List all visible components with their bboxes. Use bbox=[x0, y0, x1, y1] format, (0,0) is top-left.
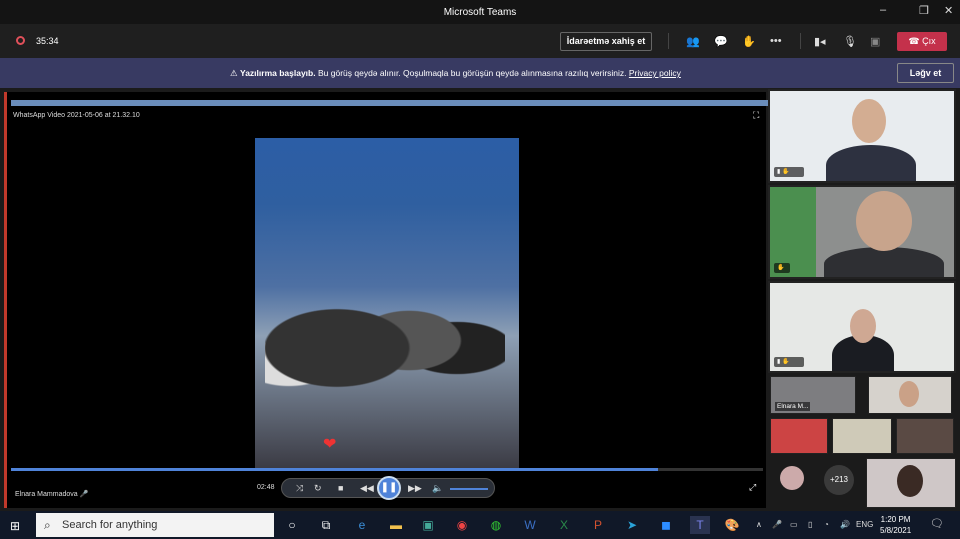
media-player: 02:48 ⤨ ↻ ■ ◀◀ ❚❚ ▶▶ 🔈 ⤢ bbox=[7, 472, 767, 504]
meeting-toolbar: 35:34 İdarəetmə xahiş et 👥 💬 ✋ ••• ▮◂ 🎙 … bbox=[0, 24, 960, 58]
divider bbox=[800, 33, 801, 49]
avatar[interactable] bbox=[780, 466, 804, 490]
chat-icon[interactable]: 💬 bbox=[714, 35, 728, 48]
warning-icon: ⚠ bbox=[230, 68, 238, 78]
recording-banner: ⚠ Yazılırma başlayıb. Bu görüş qeydə alı… bbox=[0, 58, 960, 88]
taskbar: ⊞ ⌕ Search for anything ○ ⧉ e ▬ ▣ ◉ ◍ W … bbox=[0, 511, 960, 539]
maximize-button[interactable]: ❐ bbox=[919, 4, 929, 17]
recording-icon bbox=[16, 36, 25, 45]
camera-icon[interactable]: ▮◂ bbox=[814, 35, 826, 48]
participant-badge: ▮ ✋ bbox=[774, 357, 804, 367]
mic-icon: 🎤 bbox=[79, 491, 89, 498]
heart-icon: ❤ bbox=[323, 436, 337, 453]
search-box[interactable]: ⌕ Search for anything bbox=[36, 513, 274, 537]
dismiss-button[interactable]: Ləğv et bbox=[897, 63, 954, 83]
fast-forward-icon[interactable]: ▶▶ bbox=[408, 483, 422, 494]
participant-tile[interactable] bbox=[770, 418, 828, 454]
mic-off-icon[interactable]: 🎙 bbox=[843, 35, 857, 48]
store-icon[interactable]: ▣ bbox=[418, 516, 438, 534]
mic-tray-icon[interactable]: 🎤 bbox=[772, 520, 782, 529]
divider bbox=[668, 33, 669, 49]
repeat-icon[interactable]: ↻ bbox=[314, 483, 322, 494]
language-indicator[interactable]: ENG bbox=[856, 520, 873, 529]
video-frame bbox=[255, 138, 519, 468]
video-title: WhatsApp Video 2021-05-06 at 21.32.10 bbox=[13, 112, 140, 119]
banner-message: ⚠ Yazılırma başlayıb. Bu görüş qeydə alı… bbox=[230, 68, 681, 79]
search-icon: ⌕ bbox=[44, 518, 51, 532]
clock-date: 5/8/2021 bbox=[880, 526, 912, 535]
minimize-button[interactable]: – bbox=[880, 4, 886, 16]
presenter-name: Elnara Mammadova 🎤 bbox=[15, 491, 89, 498]
video-content bbox=[265, 258, 505, 408]
progress-fill bbox=[11, 468, 658, 471]
window-title: Microsoft Teams bbox=[443, 7, 517, 18]
participant-badge: ✋ bbox=[774, 263, 790, 273]
participant-tile[interactable]: Elnara M... bbox=[770, 376, 856, 414]
battery-icon[interactable]: ▯ bbox=[808, 520, 812, 529]
leave-label: Çıx bbox=[922, 36, 936, 46]
teams-icon[interactable]: T bbox=[690, 516, 710, 534]
stop-icon[interactable]: ■ bbox=[338, 483, 343, 493]
privacy-policy-link[interactable]: Privacy policy bbox=[629, 68, 681, 78]
request-control-button[interactable]: İdarəetmə xahiş et bbox=[560, 32, 652, 51]
pause-button[interactable]: ❚❚ bbox=[377, 476, 401, 500]
more-icon[interactable]: ••• bbox=[770, 35, 782, 47]
search-placeholder: Search for anything bbox=[62, 519, 158, 531]
player-time: 02:48 bbox=[257, 484, 275, 491]
share-icon[interactable]: ▣ bbox=[870, 35, 880, 48]
file-explorer-icon[interactable]: ▬ bbox=[386, 516, 406, 534]
chrome-icon[interactable]: ◉ bbox=[452, 516, 472, 534]
excel-icon[interactable]: X bbox=[554, 516, 574, 534]
title-bar: Microsoft Teams – ❐ ✕ bbox=[0, 0, 960, 24]
network-icon[interactable]: ▭ bbox=[790, 520, 798, 529]
volume-icon[interactable]: 🔈 bbox=[432, 483, 443, 494]
reactions-icon[interactable]: ✋ bbox=[742, 35, 756, 48]
expand-icon[interactable]: ⤢ bbox=[749, 482, 756, 493]
participant-tile[interactable]: ▮ ✋ bbox=[768, 89, 956, 183]
zoom-icon[interactable]: ◼ bbox=[656, 516, 676, 534]
paint-icon[interactable]: 🎨 bbox=[722, 516, 742, 534]
participant-tile[interactable]: ✋ bbox=[768, 185, 956, 279]
windows-start-icon[interactable]: ⊞ bbox=[10, 519, 20, 533]
participant-name: Elnara M... bbox=[775, 402, 811, 411]
telegram-icon[interactable]: ➤ bbox=[622, 516, 642, 534]
banner-text: Bu görüş qeydə alınır. Qoşulmaqla bu gör… bbox=[317, 68, 627, 78]
participant-tile[interactable] bbox=[896, 418, 954, 454]
fullscreen-icon[interactable]: ⛶ bbox=[753, 110, 759, 121]
video-progress[interactable] bbox=[11, 468, 763, 471]
word-icon[interactable]: W bbox=[520, 516, 540, 534]
task-view-icon[interactable]: ⧉ bbox=[316, 516, 336, 534]
banner-bold: Yazılırma başlayıb. bbox=[240, 68, 316, 78]
volume-tray-icon[interactable]: 🔊 bbox=[840, 520, 850, 529]
close-button[interactable]: ✕ bbox=[944, 4, 953, 17]
participant-tile[interactable] bbox=[868, 376, 952, 414]
shared-screen: WhatsApp Video 2021-05-06 at 21.32.10 ⛶ … bbox=[4, 92, 771, 508]
more-participants-button[interactable]: +213 bbox=[824, 465, 854, 495]
whatsapp-icon[interactable]: ◍ bbox=[486, 516, 506, 534]
window-strip bbox=[11, 100, 771, 106]
wifi-icon[interactable]: ◔ bbox=[824, 520, 829, 529]
cortana-icon[interactable]: ○ bbox=[282, 516, 302, 534]
participant-tile[interactable] bbox=[866, 458, 956, 508]
shuffle-icon[interactable]: ⤨ bbox=[296, 483, 303, 494]
clock[interactable]: 1:20 PM 5/8/2021 bbox=[880, 514, 911, 536]
leave-button[interactable]: ☎ Çıx bbox=[897, 32, 947, 51]
rewind-icon[interactable]: ◀◀ bbox=[360, 483, 374, 494]
clock-time: 1:20 PM bbox=[880, 515, 911, 524]
player-controls: ⤨ ↻ ■ ◀◀ ❚❚ ▶▶ 🔈 bbox=[281, 476, 495, 500]
participants-icon[interactable]: 👥 bbox=[686, 35, 700, 48]
tray-chevron-icon[interactable]: ∧ bbox=[756, 520, 762, 529]
participant-badge: ▮ ✋ bbox=[774, 167, 804, 177]
volume-slider[interactable] bbox=[450, 488, 488, 490]
powerpoint-icon[interactable]: P bbox=[588, 516, 608, 534]
participant-tile[interactable]: ▮ ✋ bbox=[768, 281, 956, 373]
notifications-icon[interactable]: 🗨 bbox=[930, 517, 944, 530]
meeting-timer: 35:34 bbox=[36, 36, 59, 46]
participant-tile[interactable] bbox=[832, 418, 892, 454]
edge-icon[interactable]: e bbox=[352, 516, 372, 534]
